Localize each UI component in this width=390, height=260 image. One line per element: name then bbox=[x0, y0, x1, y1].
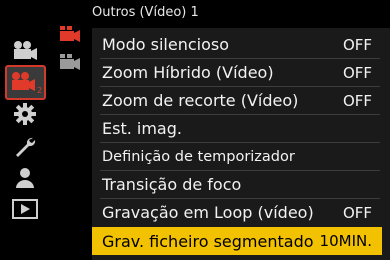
playback-icon[interactable] bbox=[5, 196, 45, 222]
menu-item-transicao-foco[interactable]: Transição de foco bbox=[92, 171, 382, 198]
menu-item-definicao-temporizador[interactable]: Definição de temporizador bbox=[92, 143, 382, 170]
menu-item-label: Transição de foco bbox=[102, 175, 242, 194]
menu-item-label: Zoom Híbrido (Vídeo) bbox=[102, 63, 274, 82]
menu-item-zoom-hibrido[interactable]: Zoom Híbrido (Vídeo) OFF bbox=[92, 59, 382, 86]
person-icon[interactable] bbox=[5, 165, 45, 191]
menu-item-zoom-de-recorte[interactable]: Zoom de recorte (Vídeo) OFF bbox=[92, 87, 382, 114]
page-title: Outros (Vídeo) 1 bbox=[92, 5, 199, 20]
wrench-icon[interactable] bbox=[5, 134, 45, 160]
menu-item-label: Est. imag. bbox=[102, 119, 182, 138]
menu-item-value: OFF bbox=[342, 63, 372, 82]
menu-item-grav-ficheiro-segmentado[interactable]: Grav. ficheiro segmentado 10MIN. bbox=[92, 227, 382, 255]
video-camera-red-icon[interactable] bbox=[57, 24, 85, 44]
menu-item-label: Definição de temporizador bbox=[102, 148, 295, 165]
category-rail: 2 bbox=[0, 0, 50, 260]
menu-item-est-imag[interactable]: Est. imag. bbox=[92, 115, 382, 142]
video-camera-gray-icon[interactable] bbox=[57, 52, 85, 72]
menu-item-label: Gravação em Loop (vídeo) bbox=[102, 203, 314, 222]
menu-item-gravacao-loop[interactable]: Gravação em Loop (vídeo) OFF bbox=[92, 199, 382, 226]
menu-item-label: Modo silencioso bbox=[102, 35, 229, 54]
menu-item-label: Zoom de recorte (Vídeo) bbox=[102, 91, 299, 110]
sub-page-rail bbox=[55, 22, 85, 82]
menu-item-modo-silencioso[interactable]: Modo silencioso OFF bbox=[92, 31, 382, 58]
menu-item-value: 10MIN. bbox=[319, 232, 372, 250]
video-camera-active-icon[interactable]: 2 bbox=[5, 69, 45, 95]
menu-item-value: OFF bbox=[342, 91, 372, 110]
menu-item-label: Grav. ficheiro segmentado bbox=[102, 231, 314, 251]
menu-list: Modo silencioso OFF Zoom Híbrido (Vídeo)… bbox=[92, 28, 390, 260]
gear-icon[interactable] bbox=[5, 101, 45, 127]
svg-text:2: 2 bbox=[37, 86, 42, 94]
video-camera-icon[interactable] bbox=[5, 37, 45, 63]
menu-item-value: OFF bbox=[342, 203, 372, 222]
menu-item-value: OFF bbox=[342, 35, 372, 54]
